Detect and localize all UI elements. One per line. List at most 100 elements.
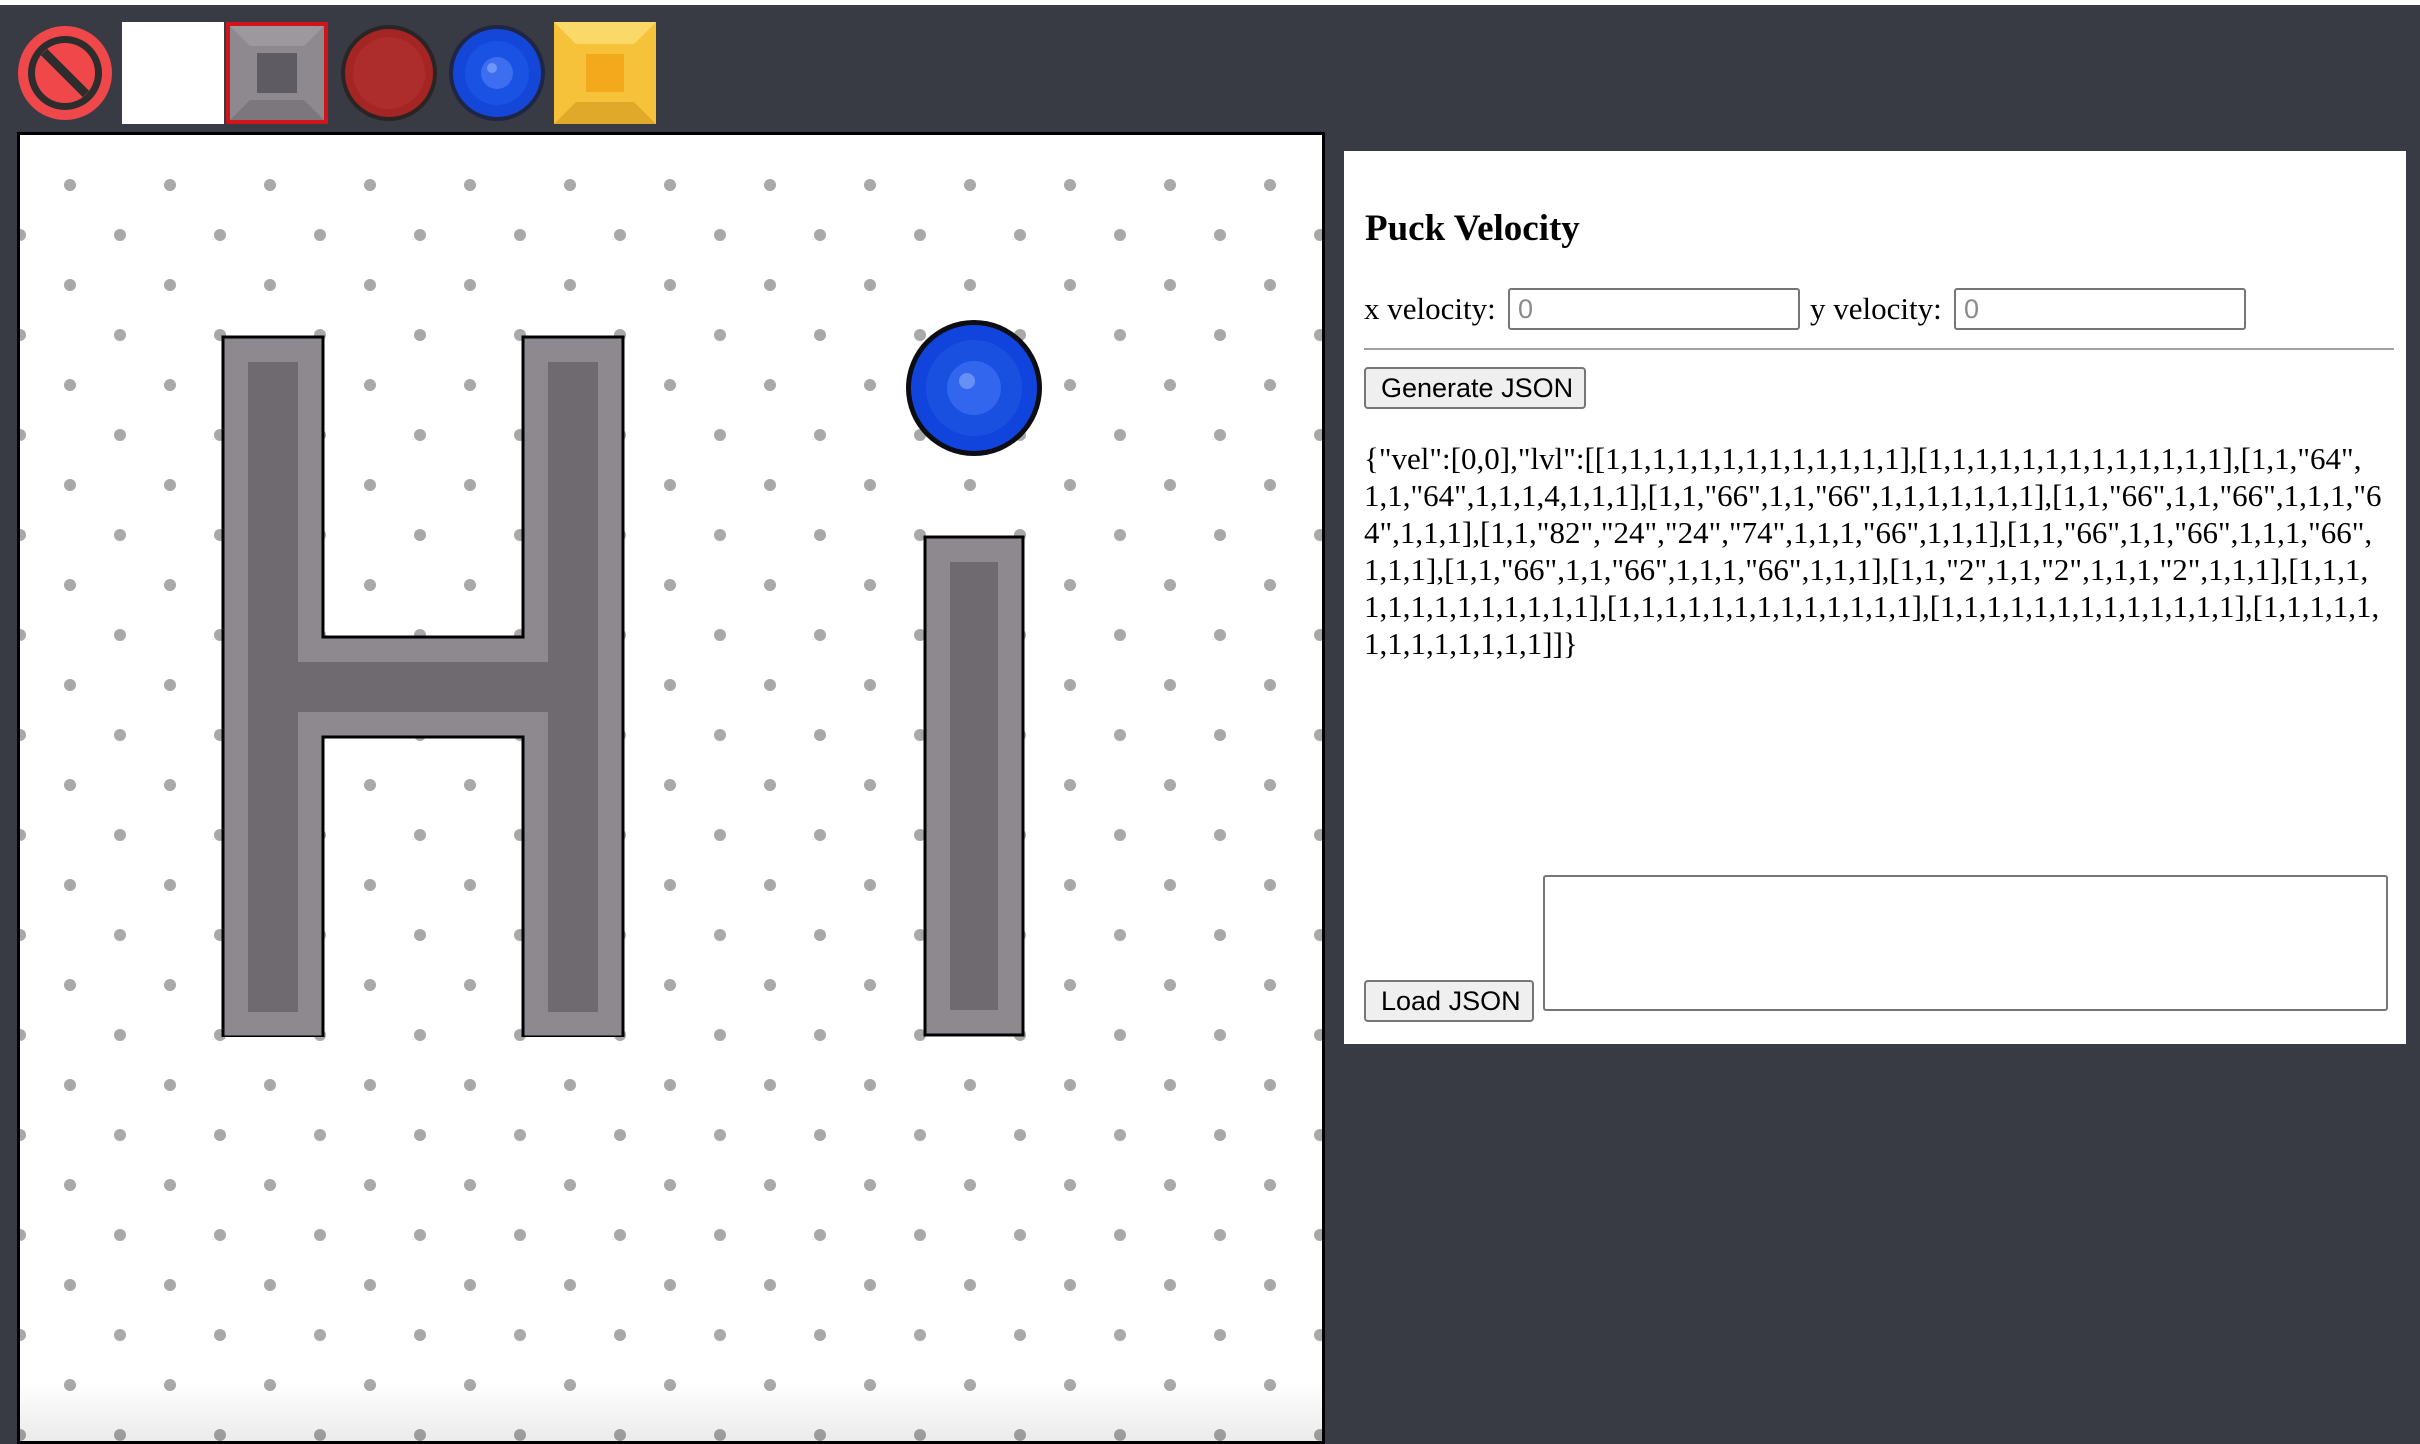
board-dot: [64, 779, 76, 791]
board-dot: [864, 1079, 876, 1091]
board-dot: [1314, 329, 1322, 341]
board-dot: [264, 1279, 276, 1291]
board-dot: [1264, 1279, 1276, 1291]
board-dot: [664, 879, 676, 891]
board-dot: [1064, 879, 1076, 891]
board-dot: [664, 679, 676, 691]
board-dot: [714, 629, 726, 641]
board-dot: [714, 1329, 726, 1341]
board-dot: [764, 1079, 776, 1091]
board-dot: [714, 329, 726, 341]
board-dot: [464, 1179, 476, 1191]
load-json-button[interactable]: Load JSON: [1364, 980, 1534, 1022]
wall-letter-i-stem: [923, 535, 1025, 1037]
board-dot: [1214, 729, 1226, 741]
empty-tile-tool[interactable]: [122, 22, 224, 124]
board-dot: [1064, 179, 1076, 191]
board-dot: [1264, 479, 1276, 491]
board-dot: [264, 1079, 276, 1091]
board-dot: [64, 179, 76, 191]
board-dot: [1264, 279, 1276, 291]
board-dot: [814, 1129, 826, 1141]
board-dot: [1164, 579, 1176, 591]
board-dot: [1114, 729, 1126, 741]
board-dot: [1164, 1179, 1176, 1191]
board-dot: [64, 579, 76, 591]
board-dot: [564, 1279, 576, 1291]
board-dot: [864, 679, 876, 691]
board-dot: [1264, 579, 1276, 591]
board-dot: [1214, 929, 1226, 941]
board-dot: [214, 1129, 226, 1141]
board-dot: [64, 1179, 76, 1191]
board-dot: [1264, 679, 1276, 691]
game-board[interactable]: [17, 132, 1325, 1444]
board-dot: [364, 279, 376, 291]
board-dot: [20, 1029, 26, 1041]
generate-json-button[interactable]: Generate JSON: [1364, 367, 1586, 409]
board-dot: [1264, 879, 1276, 891]
board-dot: [64, 679, 76, 691]
board-dot: [1014, 1329, 1026, 1341]
board-dot: [864, 979, 876, 991]
board-dot: [664, 1079, 676, 1091]
board-dot: [464, 179, 476, 191]
board-dot: [864, 479, 876, 491]
top-strip: [0, 0, 2420, 5]
board-dot: [764, 1179, 776, 1191]
wall-block-icon[interactable]: [226, 22, 328, 124]
board-dot: [1064, 979, 1076, 991]
board-dot: [814, 1329, 826, 1341]
board-dot: [664, 579, 676, 591]
y-velocity-input[interactable]: [1954, 288, 2246, 330]
board-dot: [514, 1129, 526, 1141]
board-dot: [514, 1229, 526, 1241]
eraser-tool-icon[interactable]: [14, 22, 116, 124]
board-dot: [20, 1329, 26, 1341]
blue-puck-icon: [904, 318, 1044, 458]
x-velocity-input[interactable]: [1508, 288, 1800, 330]
board-dot: [1114, 1129, 1126, 1141]
load-json-textarea[interactable]: [1543, 875, 2388, 1011]
board-dot: [1064, 779, 1076, 791]
red-puck-icon[interactable]: [338, 22, 440, 124]
board-dot: [664, 979, 676, 991]
board-dot: [664, 179, 676, 191]
board-dot: [214, 1329, 226, 1341]
board-dot: [64, 979, 76, 991]
board-dot: [814, 1229, 826, 1241]
board-dot: [114, 329, 126, 341]
board-dot: [114, 929, 126, 941]
board-dot: [564, 179, 576, 191]
goal-block-icon[interactable]: [554, 22, 656, 124]
board-dot: [664, 1179, 676, 1191]
board-dot: [764, 479, 776, 491]
board-dot: [314, 229, 326, 241]
board-dot: [314, 1129, 326, 1141]
board-dot: [214, 1229, 226, 1241]
board-dot: [64, 379, 76, 391]
board-dot: [1164, 479, 1176, 491]
editor-panel: Puck Velocity x velocity: y velocity: Ge…: [1344, 151, 2406, 1044]
board-dot: [814, 1029, 826, 1041]
board-dot: [464, 1079, 476, 1091]
board-dot: [1114, 1329, 1126, 1341]
blue-puck-icon[interactable]: [446, 22, 548, 124]
board-dot-grid: [20, 179, 1322, 1441]
board-dot: [714, 929, 726, 941]
board-dot: [114, 1129, 126, 1141]
board-dot: [714, 1129, 726, 1141]
board-dot: [414, 1229, 426, 1241]
board-dot: [164, 779, 176, 791]
board-dot: [814, 829, 826, 841]
board-dot: [1114, 829, 1126, 841]
board-dot: [664, 779, 676, 791]
board-dot: [164, 479, 176, 491]
board-dot: [1164, 979, 1176, 991]
board-dot: [714, 229, 726, 241]
board-dot: [714, 729, 726, 741]
board-dot: [264, 279, 276, 291]
board-dot: [514, 1329, 526, 1341]
board-dot: [1214, 429, 1226, 441]
board-dot: [764, 879, 776, 891]
